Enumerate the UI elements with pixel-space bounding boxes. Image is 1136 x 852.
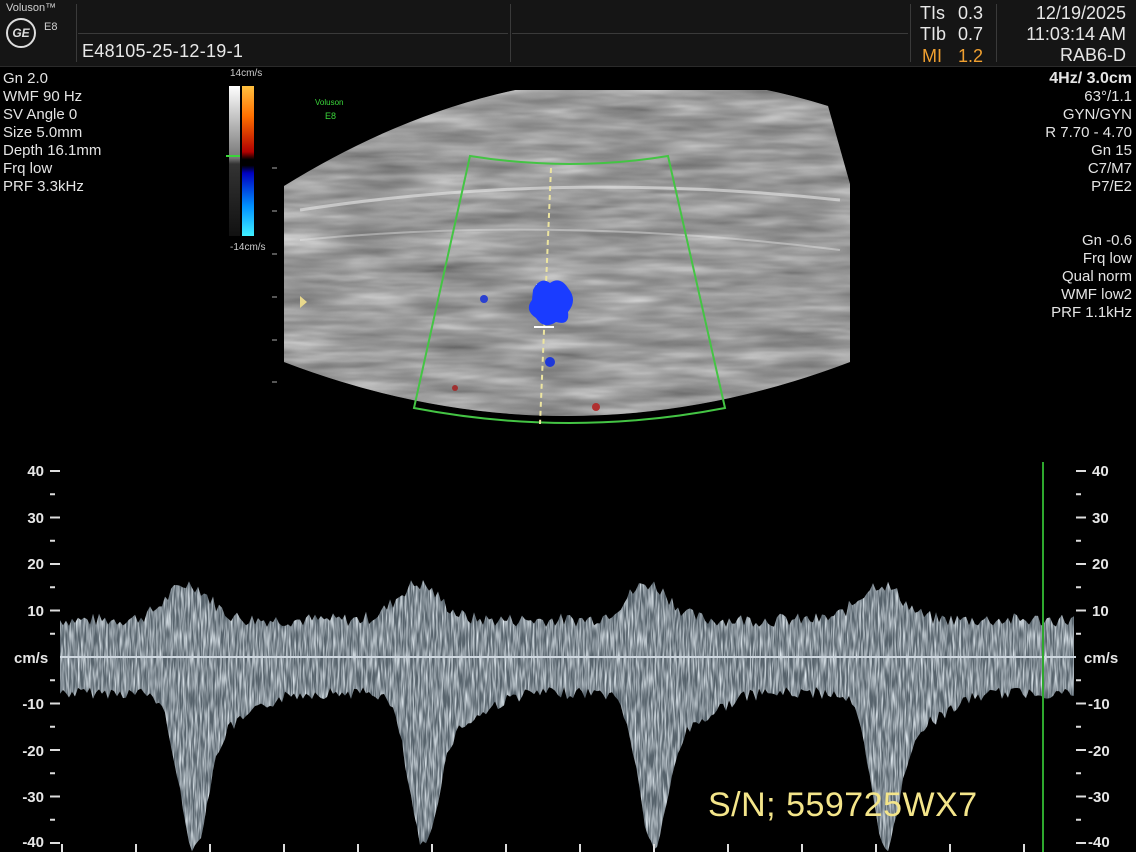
serial-number: S/N; 559725WX7 — [708, 786, 978, 824]
image-watermark: Voluson — [315, 98, 343, 107]
velocity-tick-label: 20 — [1092, 556, 1109, 573]
color-flow-dot — [480, 295, 488, 303]
velocity-unit-label: cm/s — [14, 650, 49, 667]
velocity-unit-label: cm/s — [1084, 650, 1119, 667]
color-flow-dot — [452, 385, 458, 391]
velocity-tick-label: -40 — [1088, 834, 1110, 851]
tissue-texture — [284, 90, 850, 417]
velocity-tick-label: 40 — [27, 463, 44, 480]
velocity-tick-label: -30 — [1088, 789, 1110, 806]
velocity-tick-label: 30 — [1092, 510, 1109, 527]
color-flow-dot — [545, 357, 555, 367]
velocity-tick-label: -20 — [1088, 743, 1110, 760]
color-flow-dot — [592, 403, 600, 411]
bmode-image: Voluson E8 — [272, 90, 850, 425]
velocity-tick-label: -10 — [22, 696, 44, 713]
velocity-tick-label: 10 — [1092, 603, 1109, 620]
velocity-tick-label: 40 — [1092, 463, 1109, 480]
velocity-tick-label: -20 — [22, 743, 44, 760]
velocity-tick-label: 30 — [27, 510, 44, 527]
velocity-tick-label: -40 — [22, 834, 44, 851]
image-watermark: E8 — [325, 111, 336, 121]
velocity-tick-label: -10 — [1088, 696, 1110, 713]
velocity-tick-label: 10 — [27, 603, 44, 620]
time-scale — [61, 844, 1025, 852]
velocity-tick-label: 20 — [27, 556, 44, 573]
velocity-tick-label: -30 — [22, 789, 44, 806]
